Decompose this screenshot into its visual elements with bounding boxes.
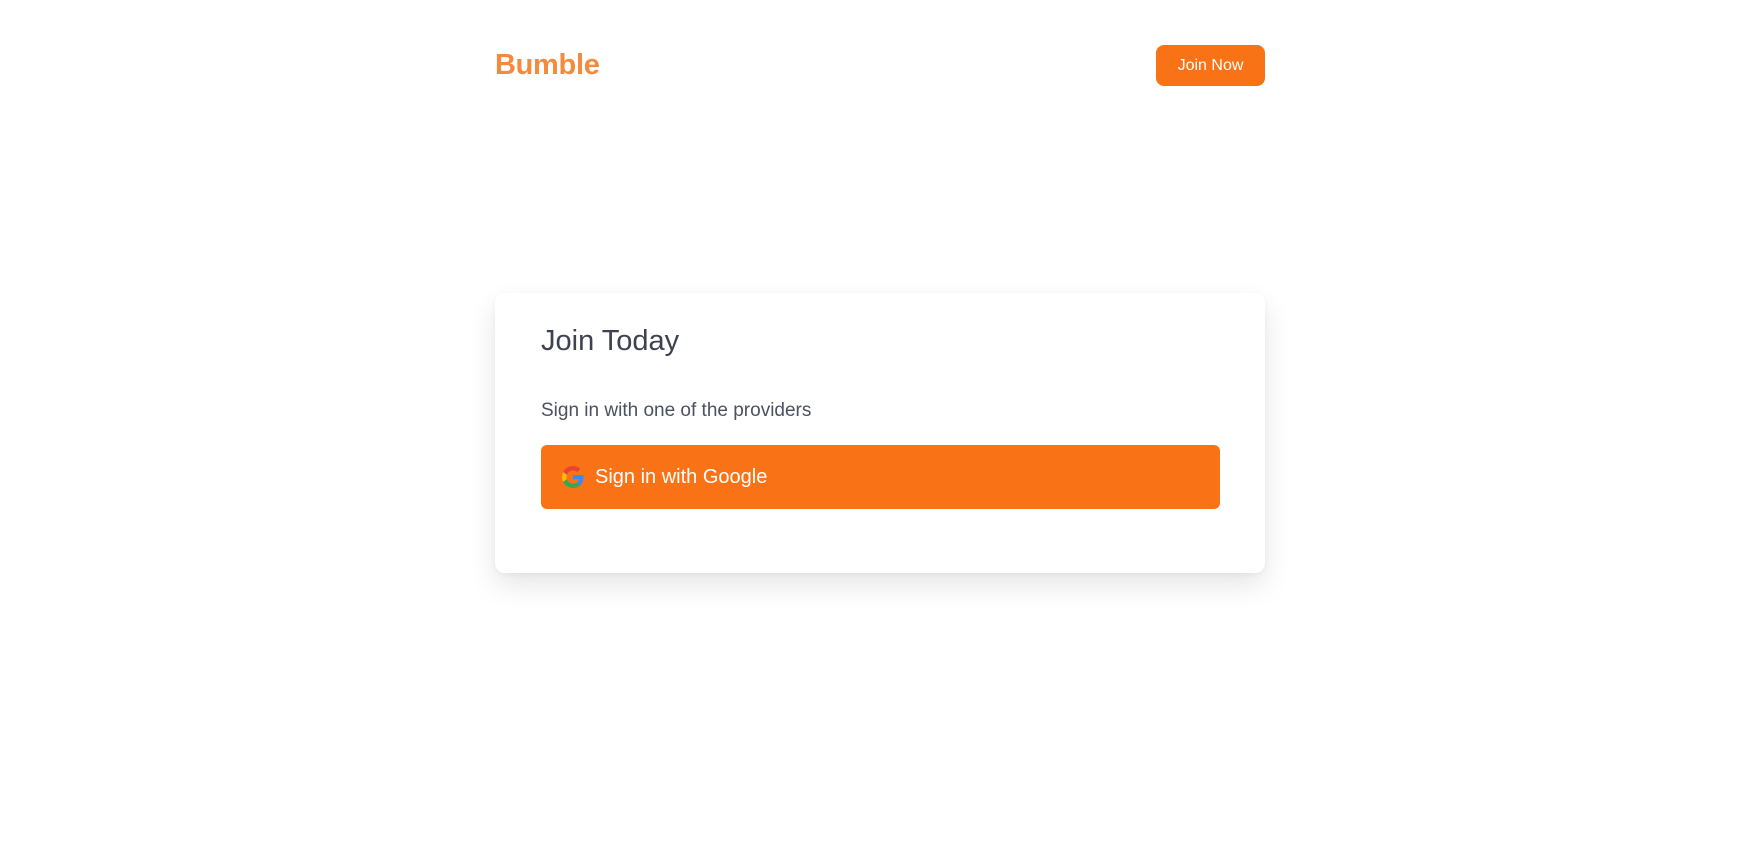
top-nav: Bumble Join Now [495,45,1265,86]
page: Bumble Join Now Join Today Sign in with … [0,0,1755,851]
join-card: Join Today Sign in with one of the provi… [495,293,1265,573]
join-now-button[interactable]: Join Now [1156,45,1265,86]
sign-in-with-google-button[interactable]: Sign in with Google [541,445,1220,509]
google-icon [562,466,584,488]
card-subtitle: Sign in with one of the providers [541,400,812,421]
card-title: Join Today [541,325,680,357]
brand-logo[interactable]: Bumble [495,49,600,82]
google-button-label: Sign in with Google [595,465,768,488]
